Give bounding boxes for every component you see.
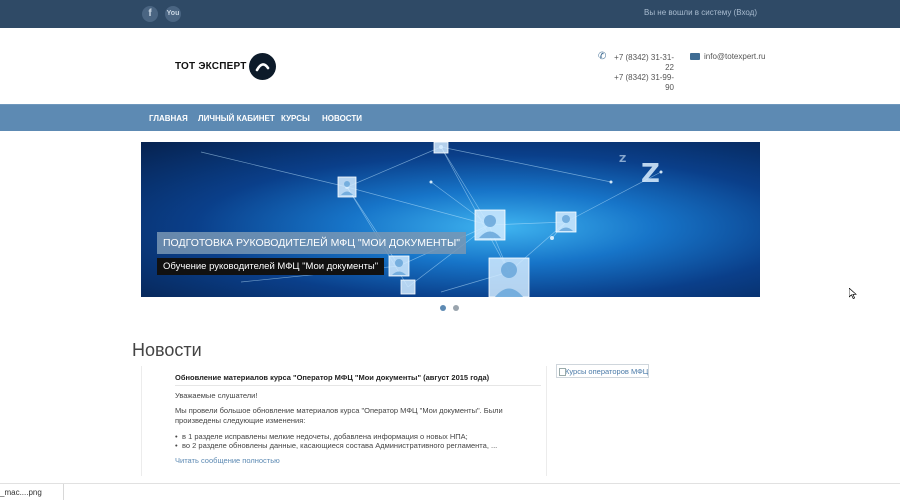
slide-subtitle: Обучение руководителей МФЦ "Мои документ… (157, 258, 385, 275)
download-bar: _mac....png (0, 483, 900, 500)
slider-dot-2[interactable] (453, 305, 459, 311)
phone-number-2: +7 (8342) 31-99-90 (614, 73, 674, 92)
courses-banner-image[interactable]: Курсы операторов МФЦ (556, 364, 649, 378)
news-item: Обновление материалов курса "Оператор МФ… (141, 366, 547, 476)
phone-number-1: +7 (8342) 31-31-22 (614, 53, 674, 72)
hero-slider[interactable]: Z Z ПОДГОТОВКА РУКОВОДИТЕЛЕЙ МФЦ "МОИ ДО… (141, 142, 760, 297)
news-list-item: в 1 разделе исправлены мелкие недочеты, … (175, 432, 468, 441)
read-more-link[interactable]: Читать сообщение полностью (175, 456, 280, 465)
envelope-icon (690, 53, 700, 60)
svg-text:Z: Z (619, 154, 626, 165)
site-header: ТОТ ЭКСПЕРТ ✆ +7 (8342) 31-31-22 +7 (834… (0, 28, 900, 104)
slider-dot-1[interactable] (440, 305, 446, 311)
logo-text[interactable]: ТОТ ЭКСПЕРТ (175, 61, 247, 72)
logo-icon[interactable] (249, 53, 276, 80)
news-list-item: во 2 разделе обновлены данные, касающиес… (175, 441, 497, 450)
login-status-close: ) (754, 8, 757, 17)
facebook-icon[interactable]: f (142, 6, 158, 22)
news-title[interactable]: Обновление материалов курса "Оператор МФ… (175, 373, 489, 382)
slide-title: ПОДГОТОВКА РУКОВОДИТЕЛЕЙ МФЦ "МОИ ДОКУМЕ… (157, 232, 466, 254)
news-heading: Новости (132, 340, 202, 360)
top-bar: f You Вы не вошли в систему (Вход) (0, 0, 900, 28)
phone-icon: ✆ (598, 51, 607, 62)
news-divider (175, 385, 541, 386)
svg-text:Z: Z (641, 159, 660, 189)
download-divider (63, 484, 64, 500)
nav-item-home[interactable]: ГЛАВНАЯ (149, 114, 188, 123)
mouse-cursor-icon (849, 288, 857, 299)
news-body: Мы провели большое обновление материалов… (175, 406, 503, 425)
login-link[interactable]: Вход (736, 8, 754, 17)
nav-item-courses[interactable]: КУРСЫ (281, 114, 310, 123)
news-greeting: Уважаемые слушатели! (175, 391, 258, 400)
download-item[interactable]: _mac....png (0, 488, 42, 497)
login-status-text: Вы не вошли в систему ( (643, 8, 737, 17)
email-contact: info@totexpert.ru (690, 52, 765, 61)
nav-item-news[interactable]: НОВОСТИ (322, 114, 362, 123)
email-address[interactable]: info@totexpert.ru (704, 52, 765, 61)
main-nav: ГЛАВНАЯ ЛИЧНЫЙ КАБИНЕТ КУРСЫ НОВОСТИ (0, 104, 900, 131)
youtube-icon[interactable]: You (165, 6, 181, 22)
nav-item-cabinet[interactable]: ЛИЧНЫЙ КАБИНЕТ (198, 114, 275, 123)
login-status: Вы не вошли в систему (Вход) (644, 8, 757, 17)
